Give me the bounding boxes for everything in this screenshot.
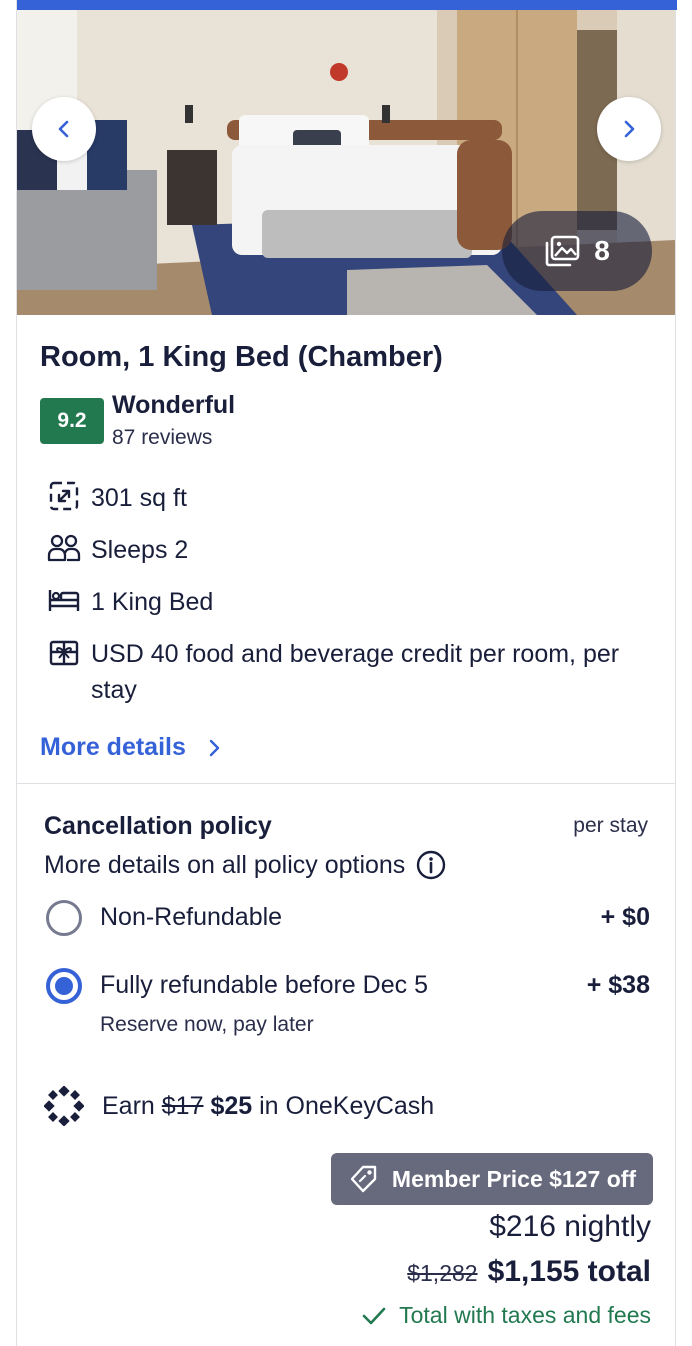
policy-option-non-refundable[interactable]: Non-Refundable + $0 — [44, 900, 650, 940]
gift-icon — [47, 635, 81, 669]
feature-sleeps: Sleeps 2 — [47, 532, 188, 568]
room-photo-gallery[interactable]: 8 — [17, 10, 675, 315]
info-icon[interactable] — [415, 849, 447, 881]
photo-gallery-icon — [545, 235, 580, 267]
expand-arrows-icon — [47, 479, 81, 513]
radio-button-unselected[interactable] — [46, 900, 82, 936]
chevron-right-icon — [209, 739, 220, 756]
option-subtext: Reserve now, pay later — [100, 1013, 314, 1036]
chevron-left-icon — [58, 120, 69, 138]
selected-accent-bar — [17, 0, 677, 10]
original-total: $1,282 — [407, 1260, 478, 1286]
previous-photo-button[interactable] — [32, 97, 96, 161]
cancellation-policy-title: Cancellation policy — [44, 812, 272, 840]
price-tag-icon — [350, 1165, 377, 1193]
radio-button-selected[interactable] — [46, 968, 82, 1004]
onekeycash-earn: Earn $17 $25 in OneKeyCash — [44, 1086, 434, 1126]
feature-text: 301 sq ft — [91, 484, 187, 512]
taxes-note-text: Total with taxes and fees — [399, 1302, 651, 1328]
per-stay-label: per stay — [573, 814, 648, 837]
feature-bed: 1 King Bed — [47, 584, 213, 620]
feature-credit: USD 40 food and beverage credit per room… — [47, 636, 667, 708]
review-score-badge: 9.2 — [40, 398, 104, 444]
review-count[interactable]: 87 reviews — [112, 426, 212, 450]
feature-text: USD 40 food and beverage credit per room… — [91, 640, 620, 704]
option-label: Non-Refundable — [100, 903, 283, 931]
photo-count-button[interactable]: 8 — [502, 211, 652, 291]
people-icon — [47, 531, 81, 565]
more-details-label: More details — [40, 733, 186, 761]
earn-suffix: in OneKeyCash — [259, 1091, 435, 1120]
earn-prefix: Earn — [102, 1091, 155, 1120]
option-price: + $38 — [586, 971, 650, 999]
earn-new-amount: $25 — [210, 1091, 253, 1120]
section-divider — [17, 783, 675, 784]
next-photo-button[interactable] — [597, 97, 661, 161]
policy-option-fully-refundable[interactable]: Fully refundable before Dec 5 + $38 Rese… — [44, 968, 650, 1038]
member-price-badge: Member Price $127 off — [331, 1153, 653, 1205]
photo-count: 8 — [594, 235, 610, 266]
checkmark-icon — [362, 1307, 386, 1324]
room-card: 8 Room, 1 King Bed (Chamber) 9.2 Wonderf… — [16, 0, 677, 1346]
bed-icon — [47, 583, 81, 617]
nightly-price: $216 nightly — [489, 1210, 651, 1243]
onekeycash-icon — [44, 1086, 84, 1126]
review-score-label: Wonderful — [112, 391, 236, 419]
option-label: Fully refundable before Dec 5 — [100, 971, 428, 999]
room-title: Room, 1 King Bed (Chamber) — [40, 341, 443, 373]
earn-old-amount: $17 — [161, 1091, 204, 1120]
option-price: + $0 — [600, 903, 650, 931]
more-details-link[interactable]: More details — [40, 733, 222, 762]
policy-options-text: More details on all policy options — [44, 850, 406, 879]
feature-text: 1 King Bed — [91, 588, 214, 616]
taxes-note: Total with taxes and fees — [361, 1302, 651, 1329]
chevron-right-icon — [624, 120, 635, 138]
policy-options-info[interactable]: More details on all policy options — [44, 849, 447, 881]
feature-room-size: 301 sq ft — [47, 480, 187, 516]
member-price-text: Member Price $127 off — [391, 1165, 637, 1192]
discounted-total: $1,155 total — [487, 1255, 651, 1288]
total-price: $1,282 $1,155 total — [407, 1255, 651, 1289]
feature-text: Sleeps 2 — [91, 536, 189, 564]
